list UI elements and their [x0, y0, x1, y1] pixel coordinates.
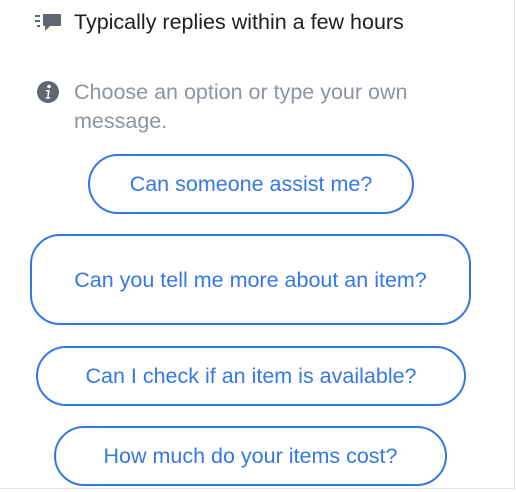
hint-row: Choose an option or type your own messag… — [34, 78, 474, 136]
quick-reply-cost-button[interactable]: How much do your items cost? — [54, 426, 447, 486]
quick-reply-item-info-button[interactable]: Can you tell me more about an item? — [30, 234, 471, 325]
quick-reply-availability-button[interactable]: Can I check if an item is available? — [36, 346, 466, 406]
response-time-row: Typically replies within a few hours — [34, 8, 474, 42]
chat-welcome-panel: Typically replies within a few hours Cho… — [0, 0, 515, 489]
response-time-text: Typically replies within a few hours — [74, 10, 404, 34]
hint-text: Choose an option or type your own messag… — [74, 80, 408, 133]
info-icon — [34, 78, 62, 108]
quick-reply-assist-button[interactable]: Can someone assist me? — [88, 154, 414, 214]
speech-bubble-lines-icon — [34, 8, 62, 42]
